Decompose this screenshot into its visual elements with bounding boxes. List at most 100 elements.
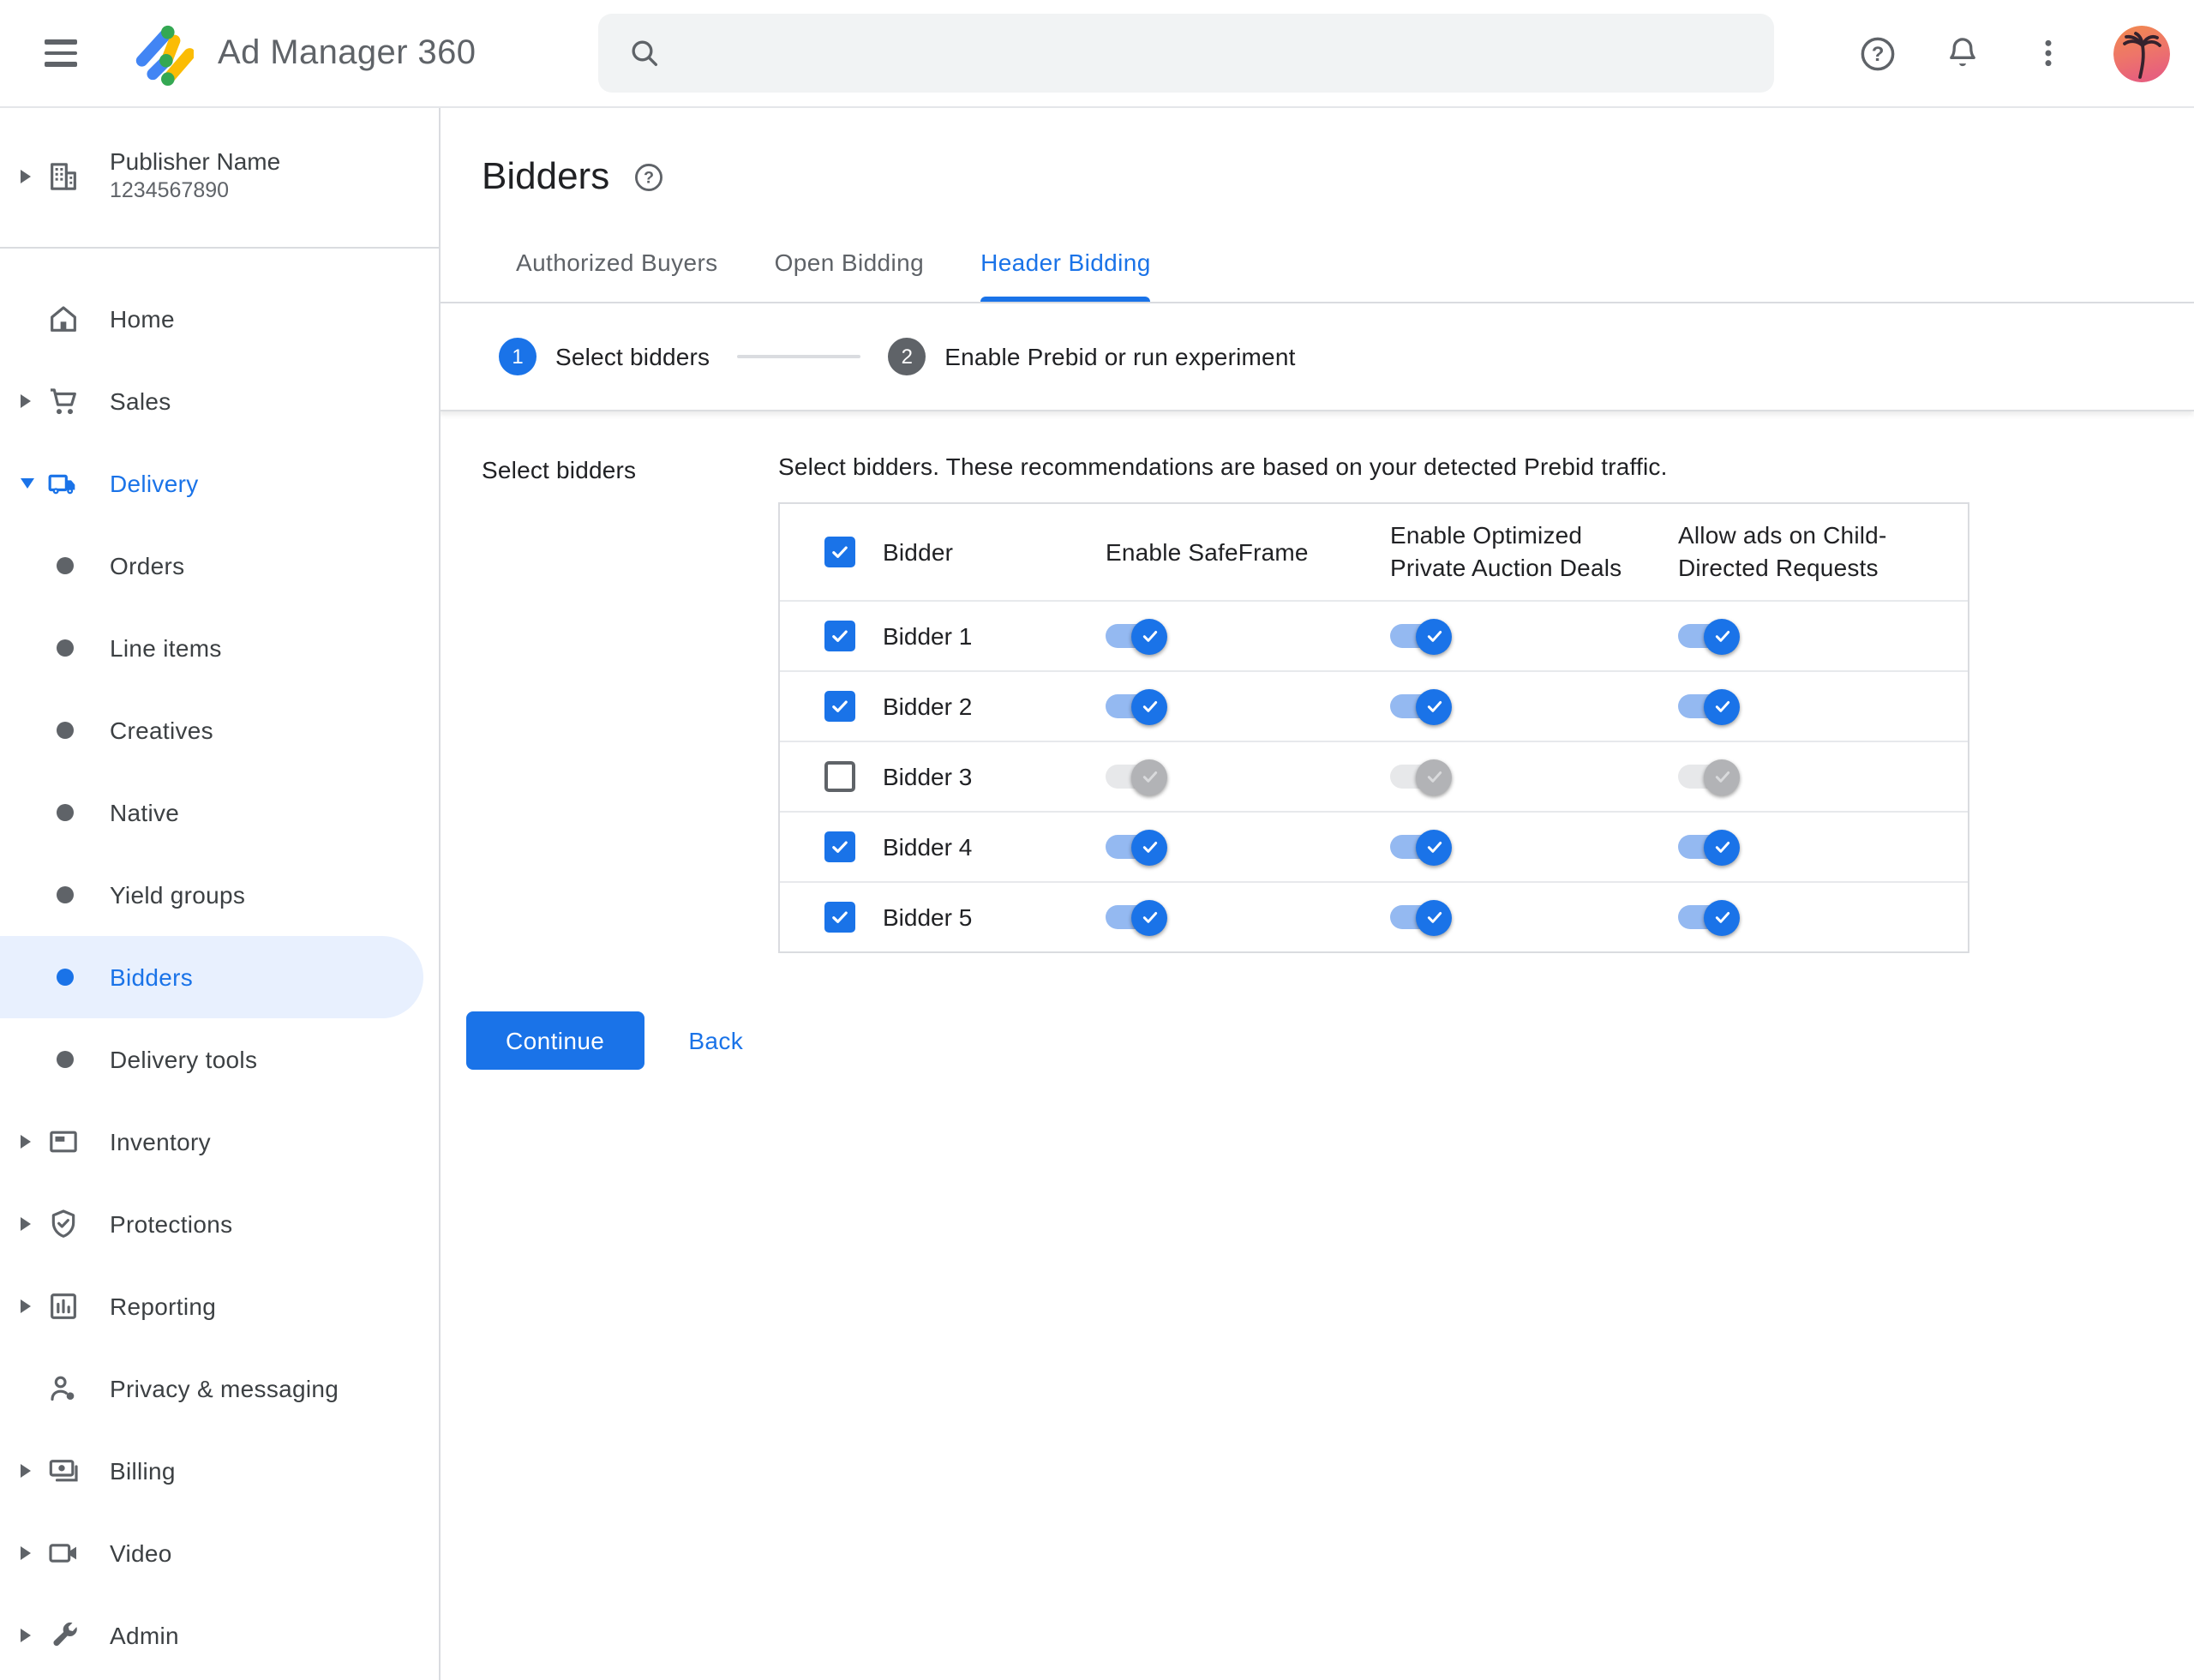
sidebar-item-label: Video [110,1539,172,1567]
tab-open-bidding[interactable]: Open Bidding [775,223,925,302]
menu-icon[interactable] [41,33,82,74]
sidebar-item-video[interactable]: Video [0,1512,439,1594]
expander-right-icon [21,1299,31,1313]
safeframe-toggle[interactable] [1106,618,1167,654]
optimized-deals-toggle[interactable] [1390,618,1452,654]
child-directed-toggle[interactable] [1678,759,1740,795]
page-title: Bidders [482,154,610,197]
child-directed-toggle[interactable] [1678,618,1740,654]
safeframe-toggle[interactable] [1106,829,1167,865]
optimized-deals-toggle[interactable] [1390,899,1452,935]
row-checkbox[interactable] [824,831,855,862]
sidebar-item-sales[interactable]: Sales [0,360,439,442]
bullet-icon [57,804,74,821]
sidebar-item-label: Creatives [110,717,213,744]
row-checkbox[interactable] [824,902,855,933]
ad-manager-logo-icon [135,24,194,85]
sidebar-item-yield-groups[interactable]: Yield groups [0,854,439,936]
section-label: Select bidders [482,456,637,483]
sidebar-item-label: Line items [110,634,222,662]
select-all-checkbox[interactable] [824,537,855,567]
expander-right-icon [21,170,31,183]
publisher-network-id: 1234567890 [110,178,230,203]
column-header-safeframe: Enable SafeFrame [1106,537,1309,565]
account-avatar[interactable] [2113,25,2170,81]
bullet-icon [57,886,74,903]
search-bar[interactable] [598,14,1774,93]
bidder-name: Bidder 2 [883,693,973,720]
step-2-label: Enable Prebid or run experiment [944,343,1296,370]
table-row: Bidder 3 [780,741,1968,811]
publisher-account-switcher[interactable]: Publisher Name 1234567890 [0,106,439,249]
sidebar-item-native[interactable]: Native [0,771,439,854]
table-row: Bidder 5 [780,881,1968,951]
sidebar-item-delivery[interactable]: Delivery [0,442,439,525]
publisher-name: Publisher Name [110,147,281,175]
more-options-icon[interactable] [2028,33,2069,74]
step-1-label: Select bidders [555,343,710,370]
bullet-icon [57,722,74,739]
sidebar-item-creatives[interactable]: Creatives [0,689,439,771]
continue-button[interactable]: Continue [466,1011,644,1070]
sidebar-item-label: Yield groups [110,881,246,909]
bidder-name: Bidder 1 [883,622,973,650]
tab-header-bidding[interactable]: Header Bidding [980,223,1152,302]
child-directed-toggle[interactable] [1678,899,1740,935]
sidebar-item-label: Home [110,305,175,333]
sidebar-item-label: Bidders [110,963,194,991]
sidebar-item-billing[interactable]: Billing [0,1430,439,1512]
bidders-table: Bidder Enable SafeFrame Enable Optimized… [778,502,1969,953]
optimized-deals-toggle[interactable] [1390,688,1452,724]
step-1-select-bidders[interactable]: 1 Select bidders [499,338,710,375]
table-row: Bidder 2 [780,670,1968,741]
search-icon [632,40,657,67]
sidebar-item-orders[interactable]: Orders [0,525,439,607]
sidebar-item-bidders[interactable]: Bidders [0,936,423,1018]
sidebar-item-privacy-messaging[interactable]: Privacy & messaging [0,1347,439,1430]
section-description: Select bidders. These recommendations ar… [778,453,1668,480]
step-connector [737,355,861,358]
sidebar-item-delivery-tools[interactable]: Delivery tools [0,1018,439,1101]
child-directed-toggle[interactable] [1678,688,1740,724]
sidebar-item-label: Admin [110,1622,179,1649]
sidebar-item-reporting[interactable]: Reporting [0,1265,439,1347]
step-1-number: 1 [499,338,537,375]
page-help-icon[interactable]: ? [632,160,664,193]
shield-check-icon [51,1209,75,1238]
sidebar-item-label: Orders [110,552,185,579]
sidebar-navigation: Publisher Name 1234567890 Home Sales Del… [0,106,441,1680]
top-app-bar: Ad Manager 360 ? [0,0,2194,108]
sidebar-item-admin[interactable]: Admin [0,1594,439,1677]
step-2-enable-prebid[interactable]: 2 Enable Prebid or run experiment [888,338,1295,375]
safeframe-toggle[interactable] [1106,688,1167,724]
tab-bar: Authorized Buyers Open Bidding Header Bi… [439,223,2194,303]
child-directed-toggle[interactable] [1678,829,1740,865]
optimized-deals-toggle[interactable] [1390,829,1452,865]
back-link[interactable]: Back [688,1027,743,1054]
step-2-number: 2 [888,338,926,375]
bidder-name: Bidder 5 [883,903,973,931]
main-content: Bidders ? Authorized Buyers Open Bidding… [439,106,2194,1680]
safeframe-toggle[interactable] [1106,899,1167,935]
sidebar-item-inventory[interactable]: Inventory [0,1101,439,1183]
notifications-bell-icon[interactable] [1942,33,1983,74]
bullet-icon [57,1051,74,1068]
row-checkbox[interactable] [824,621,855,651]
search-input[interactable] [682,37,1774,69]
help-icon[interactable]: ? [1856,33,1897,74]
sidebar-item-home[interactable]: Home [0,278,439,360]
row-checkbox[interactable] [824,761,855,792]
safeframe-toggle[interactable] [1106,759,1167,795]
table-header-row: Bidder Enable SafeFrame Enable Optimized… [780,504,1968,600]
sidebar-item-label: Inventory [110,1128,211,1155]
column-header-bidder: Bidder [883,537,954,565]
expander-right-icon [21,1464,31,1478]
wrench-icon [53,1622,77,1647]
sidebar-item-line-items[interactable]: Line items [0,607,439,689]
tab-authorized-buyers[interactable]: Authorized Buyers [516,223,718,302]
row-checkbox[interactable] [824,691,855,722]
optimized-deals-toggle[interactable] [1390,759,1452,795]
sidebar-item-protections[interactable]: Protections [0,1183,439,1265]
expander-right-icon [21,1217,31,1231]
bullet-icon [57,557,74,574]
